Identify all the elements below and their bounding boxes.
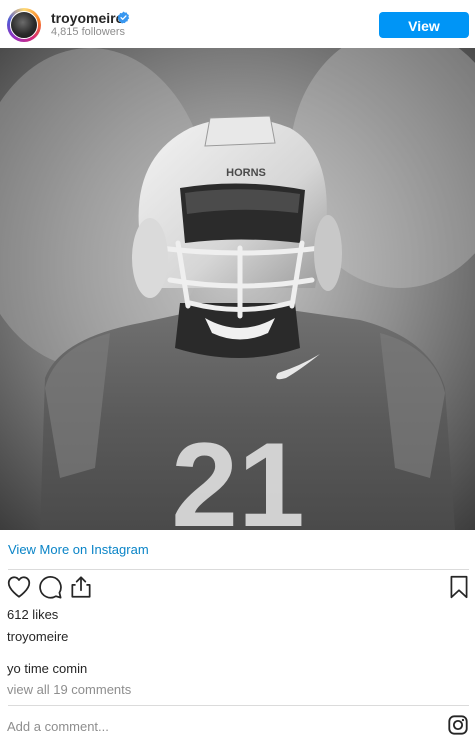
likes-count[interactable]: 612 likes — [7, 607, 58, 622]
comment-input[interactable] — [7, 716, 427, 736]
divider-bottom — [8, 705, 469, 706]
post-header: troyomeire 4,815 followers View Profile — [0, 0, 475, 60]
caption-username[interactable]: troyomeire — [7, 629, 68, 644]
caption-text: yo time comin — [7, 661, 88, 676]
avatar-image — [10, 11, 38, 39]
view-more-link[interactable]: View More on Instagram — [8, 542, 149, 557]
instagram-icon[interactable] — [447, 714, 469, 736]
share-icon[interactable] — [68, 574, 94, 600]
jersey-number: 21 — [171, 418, 304, 530]
bookmark-icon[interactable] — [446, 574, 472, 600]
username-link[interactable]: troyomeire — [51, 10, 123, 26]
helmet-text: HORNS — [226, 167, 266, 179]
action-bar — [0, 574, 475, 604]
comment-icon[interactable] — [37, 574, 63, 600]
avatar[interactable] — [7, 8, 41, 42]
verified-badge-icon — [117, 11, 130, 24]
view-profile-button[interactable]: View Profile — [379, 12, 469, 60]
followers-count: 4,815 followers — [51, 26, 125, 38]
post-photo[interactable]: 21 HORNS — [0, 48, 475, 530]
divider-top — [8, 569, 469, 570]
view-all-comments-link[interactable]: view all 19 comments — [7, 682, 131, 697]
heart-icon[interactable] — [6, 574, 32, 600]
